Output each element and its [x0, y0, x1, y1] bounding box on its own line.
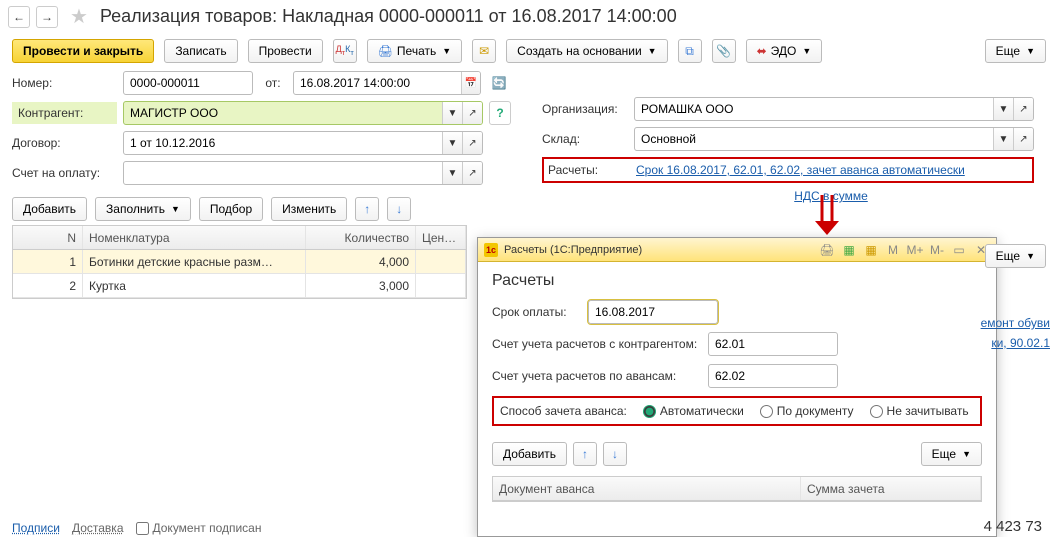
- print-button[interactable]: 🖨Печать▼: [367, 39, 462, 63]
- org-input[interactable]: [635, 98, 993, 120]
- dtdk-button[interactable]: ДтКт: [333, 39, 357, 63]
- change-button[interactable]: Изменить: [271, 197, 347, 221]
- dialog-window-title: Расчеты (1С:Предприятие): [504, 244, 642, 256]
- contract-input[interactable]: [124, 132, 442, 154]
- help-button[interactable]: ?: [489, 101, 511, 125]
- page-title: Реализация товаров: Накладная 0000-00001…: [100, 6, 677, 27]
- dropdown-icon[interactable]: ▼: [442, 102, 462, 124]
- open-icon[interactable]: ↗: [1013, 128, 1033, 150]
- invoice-label: Счет на оплату:: [12, 166, 117, 180]
- dropdown-icon[interactable]: ▼: [442, 132, 462, 154]
- number-label: Номер:: [12, 76, 117, 90]
- move-down-button[interactable]: ↓: [387, 197, 411, 221]
- more-button[interactable]: Еще▼: [985, 39, 1046, 63]
- move-up-button[interactable]: ↑: [355, 197, 379, 221]
- dropdown-icon[interactable]: ▼: [442, 162, 462, 184]
- mplus-icon[interactable]: M+: [906, 241, 924, 259]
- cal1-icon[interactable]: ▦: [840, 241, 858, 259]
- account-counterparty-input[interactable]: [709, 333, 838, 355]
- add-row-button[interactable]: Добавить: [12, 197, 87, 221]
- structure-button[interactable]: ⧉: [678, 39, 702, 63]
- favorite-star-icon[interactable]: ★: [70, 4, 88, 29]
- advance-auto-radio[interactable]: Автоматически: [643, 404, 744, 418]
- invoice-input[interactable]: [124, 162, 442, 184]
- number-input[interactable]: [124, 72, 252, 94]
- attach-button[interactable]: 📎: [712, 39, 736, 63]
- settlements-dialog: 1c Расчеты (1С:Предприятие) 🖨 ▦ ▦ M M+ M…: [477, 237, 997, 537]
- settlements-label: Расчеты:: [548, 163, 630, 177]
- counterparty-input[interactable]: [124, 102, 442, 124]
- dropdown-icon[interactable]: ▼: [993, 128, 1013, 150]
- dialog-title: Расчеты: [492, 272, 982, 290]
- doc-signed-checkbox[interactable]: Документ подписан: [136, 521, 262, 535]
- email-button[interactable]: ✉: [472, 39, 496, 63]
- table-row[interactable]: 1 Ботинки детские красные разм… 4,000: [13, 250, 466, 274]
- create-based-button[interactable]: Создать на основании▼: [506, 39, 667, 63]
- mminus-icon[interactable]: M-: [928, 241, 946, 259]
- payment-term-label: Срок оплаты:: [492, 305, 582, 319]
- m-icon[interactable]: M: [884, 241, 902, 259]
- move-up-button[interactable]: ↑: [573, 442, 597, 466]
- account-advance-input[interactable]: [709, 365, 838, 387]
- cal2-icon[interactable]: ▦: [862, 241, 880, 259]
- col-advance-doc[interactable]: Документ аванса: [493, 477, 801, 500]
- payment-term-input[interactable]: [589, 301, 718, 323]
- side-link-1[interactable]: емонт обуви: [981, 316, 1050, 330]
- col-nom[interactable]: Номенклатура: [83, 226, 306, 249]
- date-input[interactable]: [294, 72, 461, 94]
- open-icon[interactable]: ↗: [462, 102, 482, 124]
- from-label: от:: [259, 76, 287, 90]
- printer-icon: 🖨: [378, 44, 393, 58]
- open-icon[interactable]: ↗: [1013, 98, 1033, 120]
- open-icon[interactable]: ↗: [462, 132, 482, 154]
- dialog-more-button[interactable]: Еще▼: [921, 442, 982, 466]
- minimize-icon[interactable]: ▭: [950, 241, 968, 259]
- edo-button[interactable]: ⬌ЭДО▼: [746, 39, 823, 63]
- open-icon[interactable]: ↗: [462, 162, 482, 184]
- col-advance-sum[interactable]: Сумма зачета: [801, 477, 981, 500]
- side-link-2[interactable]: ки, 90.02.1: [991, 336, 1050, 350]
- table-row[interactable]: 2 Куртка 3,000: [13, 274, 466, 298]
- contract-label: Договор:: [12, 136, 117, 150]
- col-qty[interactable]: Количество: [306, 226, 416, 249]
- dropdown-icon[interactable]: ▼: [993, 98, 1013, 120]
- dialog-add-button[interactable]: Добавить: [492, 442, 567, 466]
- write-button[interactable]: Записать: [164, 39, 237, 63]
- advance-none-radio[interactable]: Не зачитывать: [870, 404, 969, 418]
- col-price[interactable]: Цен…: [416, 226, 466, 249]
- account-counterparty-label: Счет учета расчетов с контрагентом:: [492, 337, 702, 351]
- account-advance-label: Счет учета расчетов по авансам:: [492, 369, 702, 383]
- org-label: Организация:: [542, 102, 628, 116]
- advance-method-label: Способ зачета аванса:: [500, 404, 627, 418]
- red-arrow-icon: [815, 195, 839, 235]
- col-n[interactable]: N: [13, 226, 83, 249]
- move-down-button[interactable]: ↓: [603, 442, 627, 466]
- post-button[interactable]: Провести: [248, 39, 323, 63]
- print-icon[interactable]: 🖨: [818, 241, 836, 259]
- back-button[interactable]: ←: [8, 6, 30, 28]
- edo-icon: ⬌: [757, 44, 767, 58]
- list-more-button[interactable]: Еще▼: [985, 244, 1046, 268]
- advance-bydoc-radio[interactable]: По документу: [760, 404, 854, 418]
- refresh-icon[interactable]: 🔄: [487, 71, 511, 95]
- counterparty-label: Контрагент:: [12, 102, 117, 124]
- warehouse-input[interactable]: [635, 128, 993, 150]
- app-icon: 1c: [484, 243, 498, 257]
- fill-button[interactable]: Заполнить▼: [95, 197, 191, 221]
- tab-delivery[interactable]: Доставка: [72, 521, 124, 535]
- pick-button[interactable]: Подбор: [199, 197, 263, 221]
- forward-button[interactable]: →: [36, 6, 58, 28]
- calendar-icon[interactable]: 📅: [461, 72, 480, 94]
- total-amount: 4 423 73: [984, 518, 1042, 535]
- tab-signatures[interactable]: Подписи: [12, 521, 60, 535]
- warehouse-label: Склад:: [542, 132, 628, 146]
- settlements-link[interactable]: Срок 16.08.2017, 62.01, 62.02, зачет ава…: [636, 163, 965, 177]
- post-and-close-button[interactable]: Провести и закрыть: [12, 39, 154, 63]
